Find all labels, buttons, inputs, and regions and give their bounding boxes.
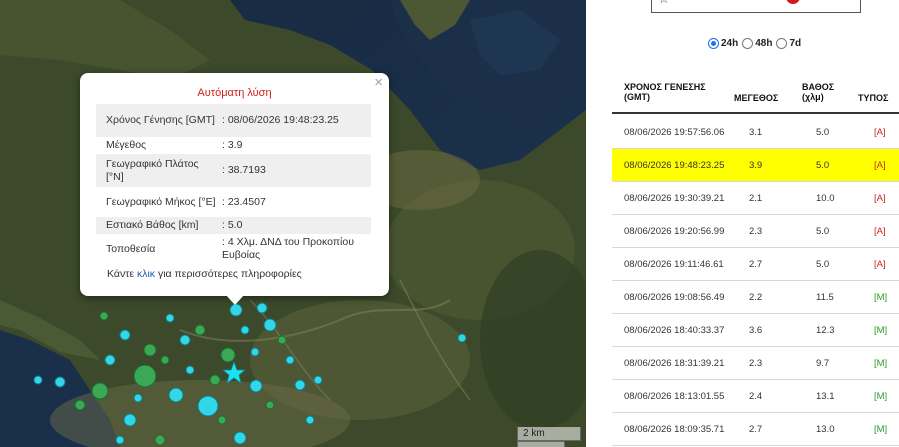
table-row[interactable]: 08/06/2026 18:40:33.37 3.6 12.3 [M] <box>612 314 899 347</box>
popup-row-latitude: Γεωγραφικό Πλάτος [°N] : 38.7193 <box>96 154 371 187</box>
cell-type: [M] <box>874 325 888 336</box>
cell-magnitude: 2.1 <box>749 193 763 204</box>
cell-depth: 10.0 <box>816 193 835 204</box>
table-header: ΧΡΟΝΟΣ ΓΕΝΕΣΗΣ (GMT) ΜΕΓΕΘΟΣ ΒΑΘΟΣ (χλμ)… <box>612 70 899 114</box>
more-info-prefix: Κάντε <box>107 268 137 280</box>
more-info-text: Κάντε κλικ για περισσότερες πληροφορίες <box>107 268 302 280</box>
table-row[interactable]: 08/06/2026 19:48:23.25 3.9 5.0 [A] <box>612 149 899 182</box>
top-legend-value: › 400 <box>806 0 829 2</box>
cell-depth: 11.5 <box>816 292 834 303</box>
popup-value: : 08/06/2026 19:48:23.25 <box>222 114 339 126</box>
cell-type: [A] <box>874 226 886 237</box>
cell-magnitude: 2.7 <box>749 259 763 270</box>
cell-type: [A] <box>874 259 886 270</box>
time-filter: 24h 48h 7d <box>708 38 804 49</box>
popup-label: Γεωγραφικό Μήκος [°E] <box>106 195 216 208</box>
cell-depth: 13.1 <box>816 391 835 402</box>
popup-label: Εστιακό Βάθος [km] <box>106 219 199 231</box>
cell-type: [A] <box>874 160 886 171</box>
popup-value: : 3.9 <box>222 139 243 151</box>
red-dot-icon <box>786 0 800 4</box>
popup-row-magnitude: Μέγεθος : 3.9 <box>96 137 371 154</box>
star-outline-icon: ☆ <box>658 0 670 7</box>
radio-48h[interactable] <box>742 38 754 49</box>
cell-magnitude: 2.4 <box>749 391 763 402</box>
popup-label: Μέγεθος <box>106 139 147 151</box>
top-legend-number: 400 <box>812 0 829 2</box>
table-row[interactable]: 08/06/2026 19:57:56.06 3.1 5.0 [A] <box>612 116 899 149</box>
cell-type: [M] <box>874 424 888 435</box>
popup-value: : 23.4507 <box>222 195 266 208</box>
map-scale: 2 km <box>517 427 581 441</box>
cell-time: 08/06/2026 19:48:23.25 <box>624 160 725 171</box>
table-row[interactable]: 08/06/2026 19:08:56.49 2.2 11.5 [M] <box>612 281 899 314</box>
cell-type: [A] <box>874 127 886 138</box>
popup-value: : 38.7193 <box>222 164 266 176</box>
table-row[interactable]: 08/06/2026 18:31:39.21 2.3 9.7 [M] <box>612 347 899 380</box>
popup-label: Τοποθεσία <box>106 242 156 255</box>
event-popup: × Αυτόματη λύση Χρόνος Γένησης [GMT] : 0… <box>80 73 389 296</box>
cell-magnitude: 2.3 <box>749 358 763 369</box>
cell-magnitude: 3.1 <box>749 127 763 138</box>
popup-label: Χρόνος Γένησης [GMT] <box>106 114 215 126</box>
cell-time: 08/06/2026 19:20:56.99 <box>624 226 725 237</box>
radio-24h[interactable] <box>708 38 719 49</box>
header-magnitude: ΜΕΓΕΘΟΣ <box>734 93 779 103</box>
popup-row-time: Χρόνος Γένησης [GMT] : 08/06/2026 19:48:… <box>96 104 371 137</box>
table-row[interactable]: 08/06/2026 19:11:46.61 2.7 5.0 [A] <box>612 248 899 281</box>
popup-row-longitude: Γεωγραφικό Μήκος [°E] : 23.4507 <box>96 187 371 217</box>
cell-magnitude: 2.7 <box>749 424 763 435</box>
popup-value: : 4 Χλμ. ΔΝΔ του Προκοπίου Ευβοίας <box>222 236 354 261</box>
cell-time: 08/06/2026 19:08:56.49 <box>624 292 725 303</box>
cell-time: 08/06/2026 18:31:39.21 <box>624 358 725 369</box>
cell-time: 08/06/2026 19:57:56.06 <box>624 127 725 138</box>
table-row[interactable]: 08/06/2026 19:30:39.21 2.1 10.0 [A] <box>612 182 899 215</box>
cell-depth: 12.3 <box>816 325 835 336</box>
cell-magnitude: 3.9 <box>749 160 763 171</box>
popup-title: Αυτόματη λύση <box>197 87 272 99</box>
header-type: ΤΥΠΟΣ <box>858 93 889 103</box>
radio-label-48h: 48h <box>755 38 773 49</box>
events-panel: ☆ › 400 24h 48h 7d ΧΡΟΝΟΣ ΓΕΝΕΣΗΣ (GMT) … <box>586 0 899 447</box>
more-info-suffix: για περισσότερες πληροφορίες <box>155 268 302 280</box>
cell-depth: 5.0 <box>816 127 830 138</box>
cell-depth: 9.7 <box>816 358 830 369</box>
cell-type: [M] <box>874 358 888 369</box>
popup-pointer <box>226 295 244 305</box>
cell-depth: 5.0 <box>816 160 830 171</box>
table-row[interactable]: 08/06/2026 18:09:35.71 2.7 13.0 [M] <box>612 413 899 446</box>
more-info-link[interactable]: κλικ <box>137 268 155 280</box>
radio-7d[interactable] <box>776 38 788 49</box>
header-time: ΧΡΟΝΟΣ ΓΕΝΕΣΗΣ (GMT) <box>624 82 706 102</box>
cell-type: [M] <box>874 391 888 402</box>
map-scale-bar <box>517 441 565 447</box>
popup-row-location: Τοποθεσία : 4 Χλμ. ΔΝΔ του Προκοπίου Ευβ… <box>96 234 371 264</box>
cell-time: 08/06/2026 19:30:39.21 <box>624 193 725 204</box>
cell-magnitude: 2.3 <box>749 226 763 237</box>
cell-type: [A] <box>874 193 886 204</box>
cell-depth: 5.0 <box>816 259 830 270</box>
cell-magnitude: 3.6 <box>749 325 763 336</box>
radio-label-7d: 7d <box>789 38 802 49</box>
cell-time: 08/06/2026 18:09:35.71 <box>624 424 725 435</box>
table-row[interactable]: 08/06/2026 19:20:56.99 2.3 5.0 [A] <box>612 215 899 248</box>
table-row[interactable]: 08/06/2026 18:13:01.55 2.4 13.1 [M] <box>612 380 899 413</box>
cell-depth: 13.0 <box>816 424 835 435</box>
radio-label-24h: 24h <box>721 38 739 49</box>
cell-time: 08/06/2026 18:40:33.37 <box>624 325 725 336</box>
cell-magnitude: 2.2 <box>749 292 763 303</box>
cell-time: 08/06/2026 18:13:01.55 <box>624 391 725 402</box>
popup-row-depth: Εστιακό Βάθος [km] : 5.0 <box>96 217 371 234</box>
cell-type: [M] <box>874 292 888 303</box>
top-legend-box: ☆ › 400 <box>651 0 861 13</box>
popup-label: Γεωγραφικό Πλάτος [°N] <box>106 157 199 183</box>
popup-value: : 5.0 <box>222 219 243 231</box>
cell-time: 08/06/2026 19:11:46.61 <box>624 259 724 270</box>
map-view[interactable]: × Αυτόματη λύση Χρόνος Γένησης [GMT] : 0… <box>0 0 586 447</box>
header-depth: ΒΑΘΟΣ (χλμ) <box>802 82 835 102</box>
cell-depth: 5.0 <box>816 226 830 237</box>
